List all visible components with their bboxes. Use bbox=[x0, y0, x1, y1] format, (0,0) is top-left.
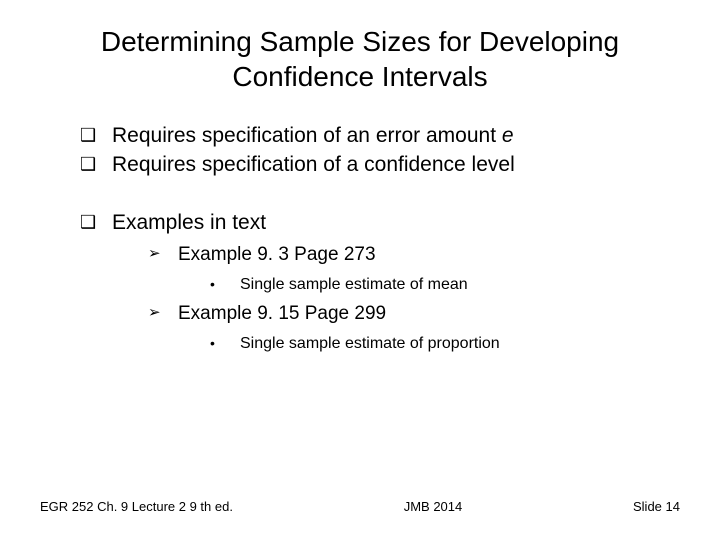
bullet-list-level3: • Single sample estimate of proportion bbox=[210, 333, 680, 355]
square-bullet-icon: ❑ bbox=[80, 209, 112, 236]
bullet-text: Single sample estimate of mean bbox=[240, 274, 468, 296]
bullet-item: ❑ Requires specification of an error amo… bbox=[80, 122, 680, 149]
dot-bullet-icon: • bbox=[210, 333, 240, 354]
dot-bullet-icon: • bbox=[210, 274, 240, 295]
footer-right: Slide 14 bbox=[633, 499, 680, 514]
bullet-text: Requires specification of a confidence l… bbox=[112, 151, 515, 178]
bullet-text: Requires specification of an error amoun… bbox=[112, 122, 514, 149]
square-bullet-icon: ❑ bbox=[80, 122, 112, 149]
arrow-bullet-icon: ➢ bbox=[148, 242, 178, 266]
arrow-bullet-icon: ➢ bbox=[148, 301, 178, 325]
bullet-text: Single sample estimate of proportion bbox=[240, 333, 500, 355]
bullet-item: • Single sample estimate of proportion bbox=[210, 333, 680, 355]
bullet-list-level2: ➢ Example 9. 3 Page 273 bbox=[148, 242, 680, 268]
bullet-item: ➢ Example 9. 15 Page 299 bbox=[148, 301, 680, 327]
bullet-list-level1: ❑ Requires specification of an error amo… bbox=[80, 122, 680, 179]
bullet-item: ❑ Requires specification of a confidence… bbox=[80, 151, 680, 178]
bullet-text: Example 9. 3 Page 273 bbox=[178, 242, 376, 268]
bullet-item: • Single sample estimate of mean bbox=[210, 274, 680, 296]
bullet-list-level2: ➢ Example 9. 15 Page 299 bbox=[148, 301, 680, 327]
footer-left: EGR 252 Ch. 9 Lecture 2 9 th ed. bbox=[40, 499, 233, 514]
slide-title: Determining Sample Sizes for Developing … bbox=[40, 24, 680, 94]
bullet-text: Example 9. 15 Page 299 bbox=[178, 301, 386, 327]
bullet-item: ❑ Examples in text bbox=[80, 209, 680, 236]
bullet-text: Examples in text bbox=[112, 209, 266, 236]
square-bullet-icon: ❑ bbox=[80, 151, 112, 178]
bullet-list-level3: • Single sample estimate of mean bbox=[210, 274, 680, 296]
bullet-list-level1: ❑ Examples in text bbox=[80, 209, 680, 236]
slide-footer: EGR 252 Ch. 9 Lecture 2 9 th ed. JMB 201… bbox=[40, 499, 680, 514]
bullet-item: ➢ Example 9. 3 Page 273 bbox=[148, 242, 680, 268]
footer-center: JMB 2014 bbox=[404, 499, 463, 514]
